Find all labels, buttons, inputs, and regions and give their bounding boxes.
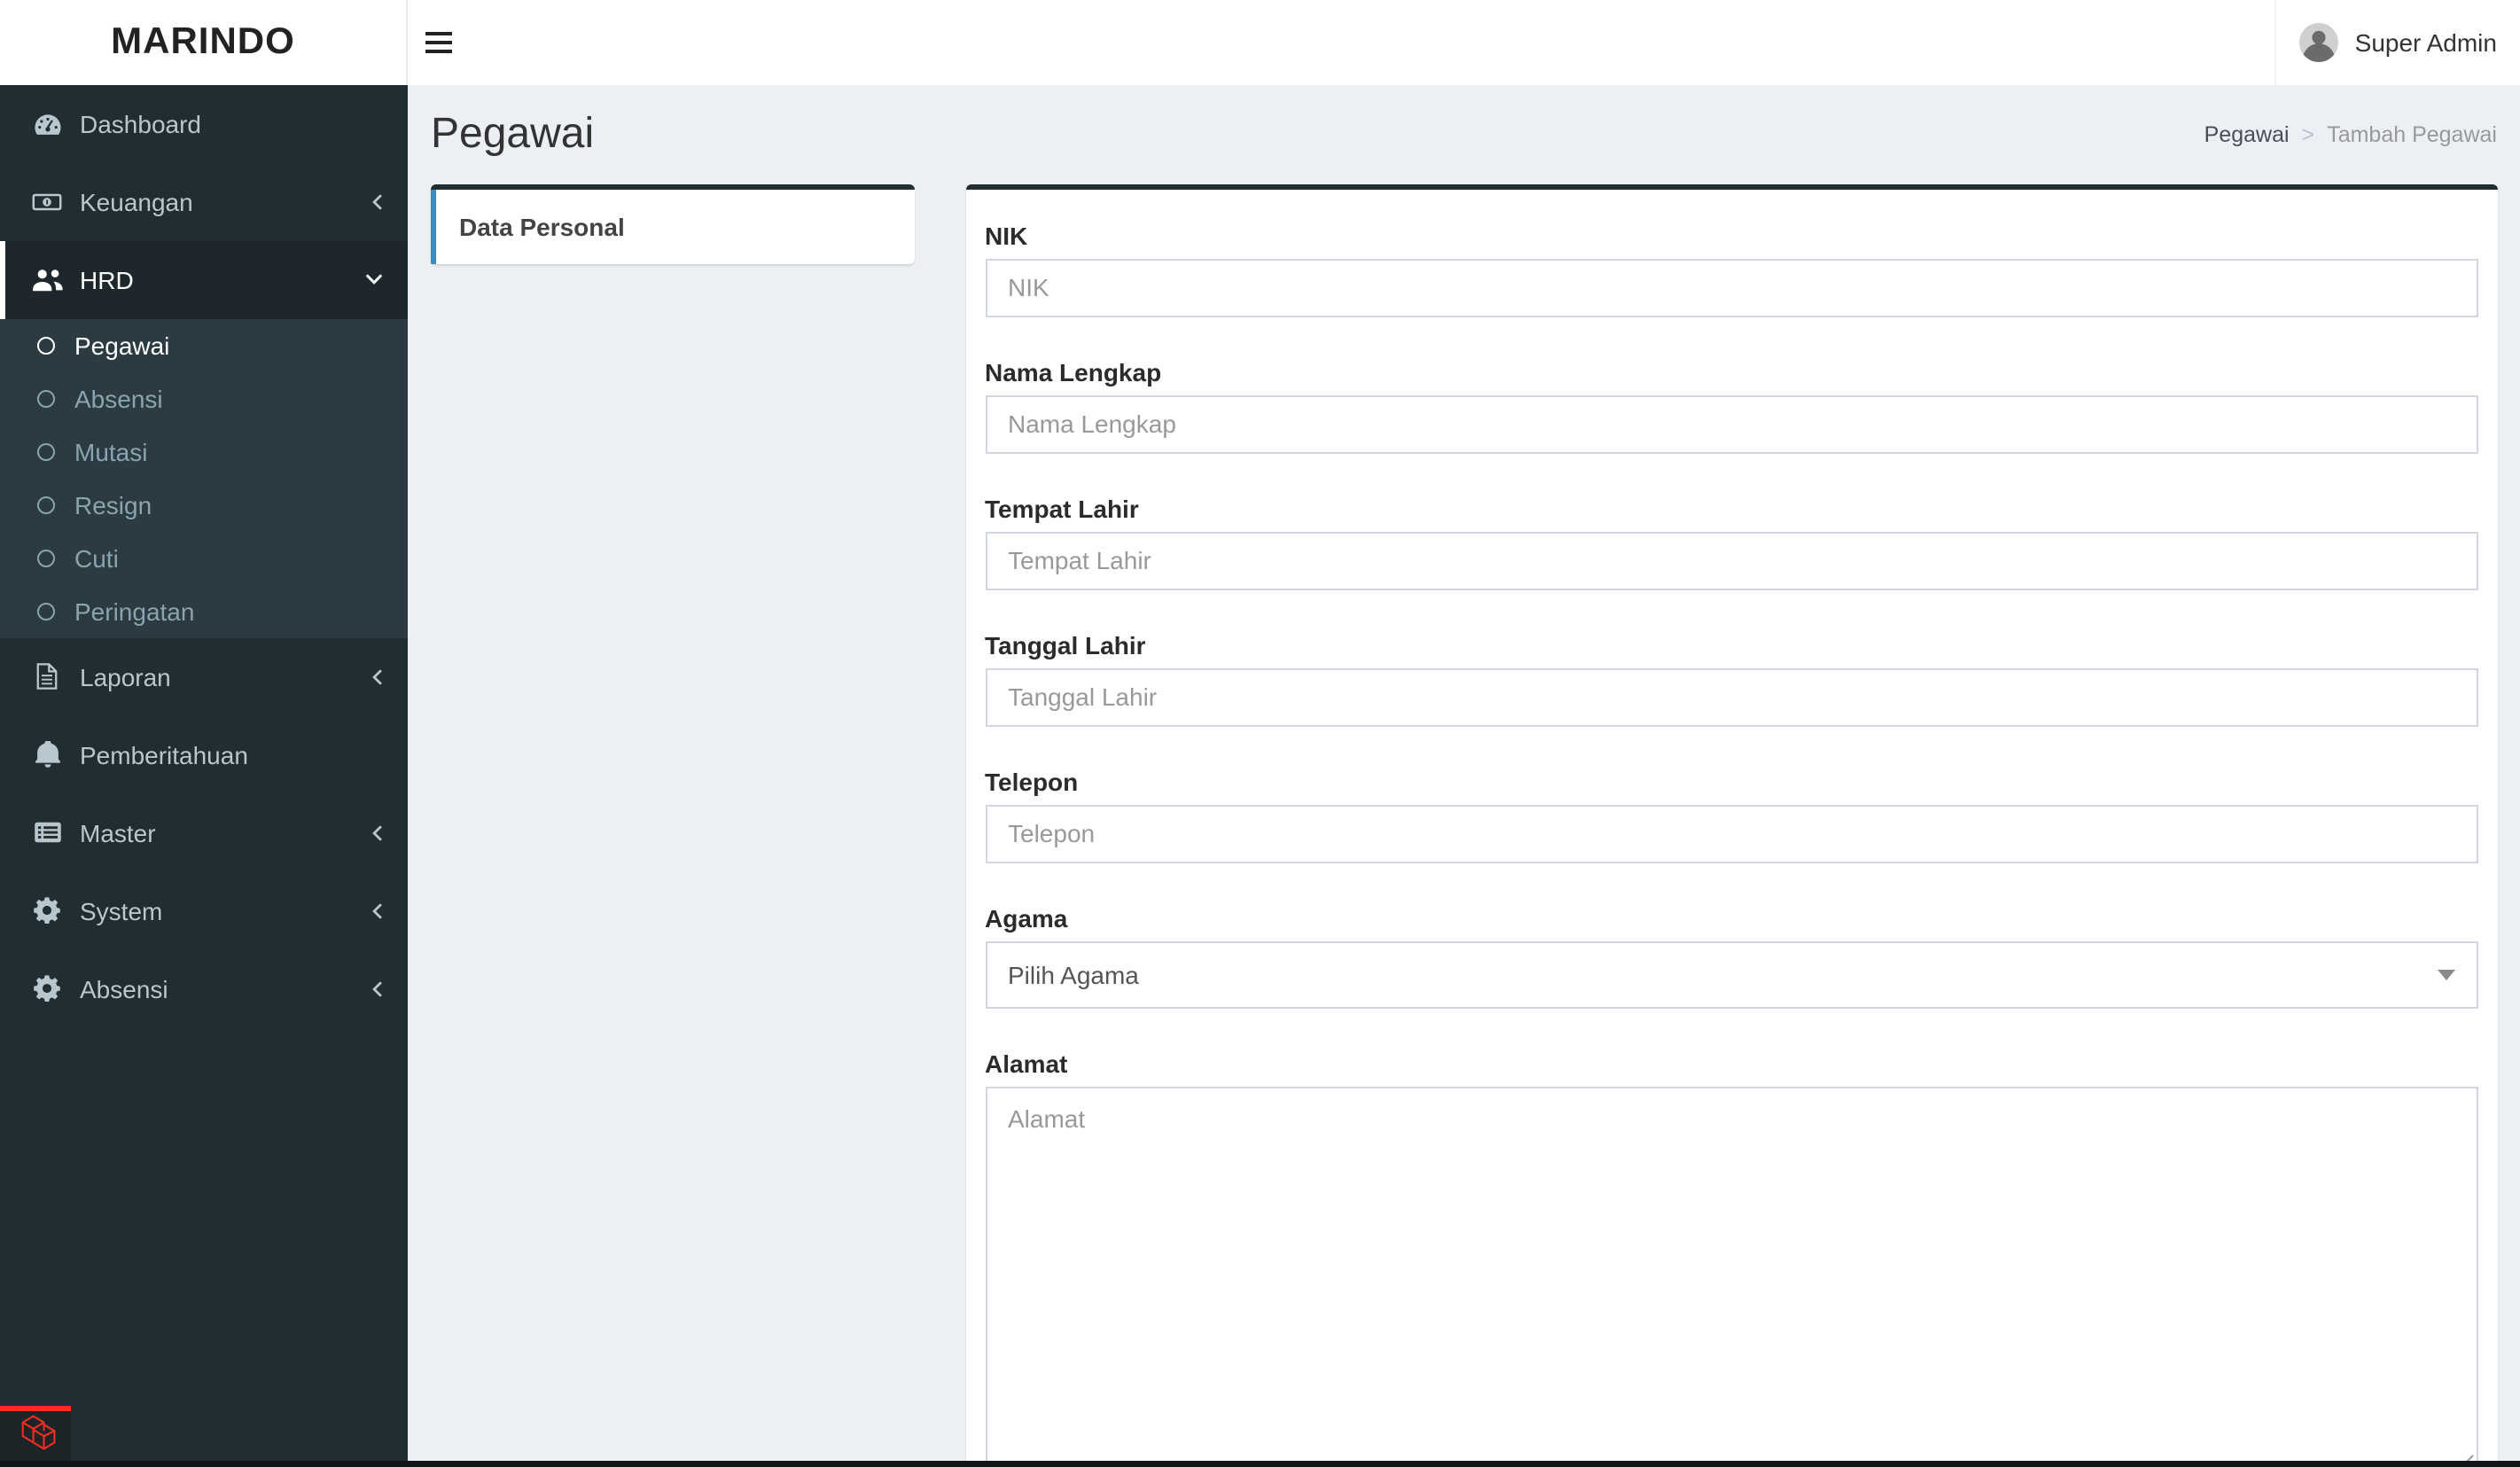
brand-logo[interactable]: MARINDO	[0, 0, 408, 84]
circle-o-icon	[37, 602, 55, 620]
sidebar-subitem-mutasi[interactable]: Mutasi	[0, 425, 408, 478]
top-navbar: MARINDO Super Admin	[0, 0, 2520, 84]
content-row: Data Personal NIK Nama Lengkap Tempat La…	[431, 183, 2497, 1467]
laravel-debugbar-collapsed-bar	[0, 1461, 2520, 1467]
laravel-debugbar-button[interactable]	[0, 1405, 71, 1461]
right-column: NIK Nama Lengkap Tempat Lahir Tanggal La…	[965, 183, 2497, 1467]
chevron-left-icon	[372, 901, 383, 919]
sidebar-item-hrd[interactable]: HRD	[0, 240, 408, 318]
sidebar-item-dashboard[interactable]: Dashboard	[0, 84, 408, 162]
user-name: Super Admin	[2354, 27, 2497, 57]
chevron-left-icon	[372, 823, 383, 841]
gear-icon	[30, 897, 64, 924]
tempat-lahir-input[interactable]	[985, 531, 2477, 589]
chevron-left-icon	[372, 192, 383, 210]
sidebar-item-label: System	[80, 896, 163, 925]
circle-o-icon	[37, 336, 55, 354]
agama-label: Agama	[985, 903, 1068, 932]
user-menu[interactable]: Super Admin	[2274, 0, 2520, 84]
sidebar-item-master[interactable]: Master	[0, 793, 408, 871]
tab-data-personal-label: Data Personal	[459, 212, 625, 240]
form-group-nik: NIK	[985, 217, 2477, 316]
sidebar-subitem-cuti[interactable]: Cuti	[0, 531, 408, 584]
nik-label: NIK	[985, 221, 1028, 249]
sidebar-item-absensi-system[interactable]: Absensi	[0, 949, 408, 1027]
gear-icon	[30, 975, 64, 1002]
main-sidebar: Dashboard Keuangan HRD Pegawai Absensi M…	[0, 84, 408, 1467]
alamat-textarea[interactable]	[985, 1086, 2477, 1465]
sidebar-item-label: Keuangan	[80, 187, 193, 215]
form-group-telepon: Telepon	[985, 763, 2477, 862]
sidebar-item-pemberitahuan[interactable]: Pemberitahuan	[0, 715, 408, 793]
app-window: MARINDO Super Admin Dashboard Keuangan H…	[0, 0, 2520, 1467]
user-avatar	[2299, 22, 2339, 62]
form-group-nama-lengkap: Nama Lengkap	[985, 354, 2477, 453]
sidebar-item-label: Dashboard	[80, 109, 201, 137]
main-content: Pegawai Pegawai > Tambah Pegawai Data Pe…	[408, 84, 2520, 1467]
alamat-textarea-wrap	[985, 1086, 2477, 1467]
nama-lengkap-input[interactable]	[985, 394, 2477, 453]
sidebar-item-label: HRD	[80, 265, 134, 293]
agama-select-value: Pilih Agama	[1008, 960, 1139, 988]
tab-data-personal[interactable]: Data Personal	[431, 183, 914, 263]
sidebar-item-label: Pemberitahuan	[80, 740, 248, 769]
telepon-input[interactable]	[985, 804, 2477, 862]
form-group-agama: Agama Pilih Agama	[985, 900, 2477, 1008]
left-column: Data Personal	[431, 183, 914, 263]
sidebar-item-keuangan[interactable]: Keuangan	[0, 162, 408, 240]
list-icon	[30, 821, 64, 844]
circle-o-icon	[37, 549, 55, 566]
circle-o-icon	[37, 496, 55, 513]
form-group-alamat: Alamat	[985, 1045, 2477, 1467]
tanggal-lahir-input[interactable]	[985, 667, 2477, 726]
chevron-down-icon	[2437, 970, 2454, 980]
breadcrumb-separator: >	[2301, 121, 2315, 146]
page-title: Pegawai	[431, 109, 595, 157]
avatar-image	[2299, 22, 2339, 62]
sidebar-item-label: Laporan	[80, 662, 171, 691]
sidebar-subitem-pegawai[interactable]: Pegawai	[0, 318, 408, 371]
chevron-down-icon	[365, 273, 383, 285]
breadcrumb-current: Tambah Pegawai	[2327, 121, 2497, 146]
agama-select[interactable]: Pilih Agama	[985, 940, 2477, 1008]
bell-icon	[30, 741, 64, 768]
sidebar-item-laporan[interactable]: Laporan	[0, 637, 408, 715]
circle-o-icon	[37, 442, 55, 460]
hamburger-icon	[425, 31, 451, 35]
chevron-left-icon	[372, 979, 383, 997]
dashboard-icon	[30, 111, 64, 136]
laravel-logo-icon	[21, 1416, 56, 1450]
sidebar-toggle-button[interactable]	[408, 0, 468, 84]
tanggal-lahir-label: Tanggal Lahir	[985, 630, 1146, 659]
sidebar-subitem-resign[interactable]: Resign	[0, 478, 408, 531]
chevron-left-icon	[372, 667, 383, 685]
sidebar-item-system[interactable]: System	[0, 871, 408, 949]
nik-input[interactable]	[985, 258, 2477, 316]
circle-o-icon	[37, 389, 55, 407]
alamat-label: Alamat	[985, 1049, 1068, 1077]
sidebar-menu: Dashboard Keuangan HRD Pegawai Absensi M…	[0, 84, 408, 1027]
telepon-label: Telepon	[985, 767, 1079, 795]
breadcrumb-link-pegawai[interactable]: Pegawai	[2204, 121, 2290, 146]
sidebar-subitem-absensi[interactable]: Absensi	[0, 371, 408, 425]
form-group-tanggal-lahir: Tanggal Lahir	[985, 627, 2477, 726]
file-text-icon	[30, 663, 64, 690]
sidebar-subitem-peringatan[interactable]: Peringatan	[0, 584, 408, 637]
sidebar-item-label: Master	[80, 818, 156, 847]
hrd-submenu: Pegawai Absensi Mutasi Resign Cuti Perin…	[0, 318, 408, 637]
tempat-lahir-label: Tempat Lahir	[985, 494, 1139, 522]
sidebar-item-label: Absensi	[80, 974, 168, 1003]
pegawai-form-card: NIK Nama Lengkap Tempat Lahir Tanggal La…	[965, 183, 2497, 1467]
users-icon	[30, 267, 64, 292]
form-group-tempat-lahir: Tempat Lahir	[985, 490, 2477, 589]
content-header: Pegawai Pegawai > Tambah Pegawai	[431, 84, 2497, 183]
money-icon	[30, 189, 64, 214]
breadcrumb: Pegawai > Tambah Pegawai	[2204, 121, 2497, 146]
nama-lengkap-label: Nama Lengkap	[985, 357, 1162, 386]
